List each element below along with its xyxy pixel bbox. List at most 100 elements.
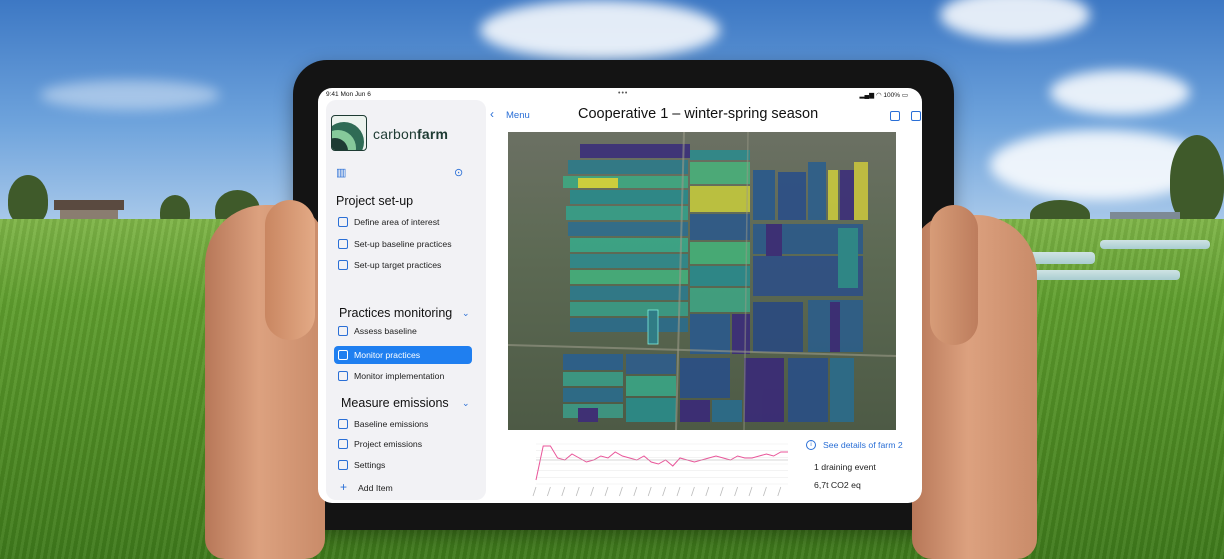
- parcel[interactable]: [563, 354, 623, 370]
- parcel[interactable]: [568, 222, 688, 236]
- sidebar-item-baseline-emissions[interactable]: Baseline emissions: [334, 415, 472, 433]
- checkbox-icon: [338, 239, 348, 249]
- parcel[interactable]: [570, 286, 688, 300]
- chart-x-tick: [763, 486, 767, 497]
- parcel[interactable]: [690, 186, 750, 212]
- parcel[interactable]: [690, 314, 730, 354]
- parcel[interactable]: [570, 318, 688, 332]
- section-title-practices-monitoring: Practices monitoring: [339, 306, 453, 320]
- section-title-measure-emissions: Measure emissions: [341, 396, 449, 410]
- parcel[interactable]: [690, 266, 750, 286]
- parcel[interactable]: [840, 170, 854, 220]
- checkbox-icon: [338, 217, 348, 227]
- parcel[interactable]: [778, 172, 806, 220]
- parcel[interactable]: [626, 376, 676, 396]
- emissions-value-text: 6,7t CO2 eq: [814, 480, 861, 490]
- sidebar-item-settings[interactable]: Settings: [334, 456, 472, 474]
- chevron-left-icon: ‹: [490, 107, 494, 121]
- left-thumb: [265, 200, 315, 340]
- parcel-selected[interactable]: [647, 309, 659, 345]
- parcel[interactable]: [690, 288, 750, 312]
- multitask-dots[interactable]: •••: [618, 90, 628, 97]
- sidebar-toggle-icon[interactable]: ▥: [336, 166, 346, 179]
- chart-x-tick: [662, 486, 666, 497]
- cloud: [940, 0, 1090, 40]
- battery-level: ▂▄▆ ◠ 100% ▭: [859, 92, 908, 99]
- parcel[interactable]: [563, 388, 623, 402]
- paddy-water: [1030, 270, 1180, 280]
- parcel[interactable]: [788, 358, 828, 422]
- parcel[interactable]: [570, 270, 688, 284]
- parcel[interactable]: [753, 302, 803, 352]
- parcel[interactable]: [568, 160, 688, 174]
- parcel[interactable]: [854, 162, 868, 220]
- sidebar-item-assess-baseline[interactable]: Assess baseline: [334, 322, 472, 340]
- plus-icon: +: [340, 480, 348, 494]
- cloud: [40, 80, 220, 110]
- parcel[interactable]: [690, 162, 750, 184]
- parcel[interactable]: [570, 254, 688, 268]
- right-thumb: [930, 205, 978, 345]
- parcel[interactable]: [578, 178, 618, 188]
- emissions-line-chart[interactable]: [518, 440, 794, 498]
- parcel[interactable]: [570, 238, 688, 252]
- chart-x-tick: [532, 486, 537, 497]
- layers-icon[interactable]: [890, 111, 900, 121]
- parcel[interactable]: [808, 162, 826, 220]
- chart-x-tick: [619, 486, 623, 497]
- parcel[interactable]: [753, 170, 775, 220]
- parcel[interactable]: [578, 408, 598, 422]
- sidebar-item-monitor-practices[interactable]: Monitor practices: [334, 346, 472, 364]
- status-time: 9:41 Mon Jun 6: [326, 91, 371, 98]
- chart-x-tick: [734, 486, 738, 497]
- parcel[interactable]: [626, 398, 676, 422]
- chart-x-tick: [676, 486, 681, 497]
- parcel[interactable]: [828, 170, 838, 220]
- chart-x-tick: [719, 486, 724, 497]
- parcel[interactable]: [830, 302, 840, 352]
- sidebar: carbonfarm ▥ ⊙ Project set-up Define are…: [326, 100, 486, 500]
- parcel[interactable]: [580, 144, 690, 158]
- cloud: [1050, 70, 1190, 115]
- parcel[interactable]: [838, 228, 858, 288]
- parcel[interactable]: [744, 358, 784, 422]
- sidebar-item-define-area[interactable]: Define area of interest: [334, 213, 472, 231]
- chart-x-tick: [561, 486, 566, 497]
- sidebar-item-baseline-practices[interactable]: Set-up baseline practices: [334, 235, 472, 253]
- parcel[interactable]: [732, 314, 750, 354]
- chevron-down-icon[interactable]: ⌄: [462, 308, 470, 319]
- chevron-down-icon[interactable]: ⌄: [462, 398, 470, 409]
- tree: [8, 175, 48, 225]
- satellite-map[interactable]: [508, 132, 896, 430]
- parcel[interactable]: [680, 358, 730, 398]
- checkbox-icon: [338, 350, 348, 360]
- chart-x-tick: [547, 486, 551, 497]
- info-icon: i: [806, 440, 816, 450]
- parcel[interactable]: [712, 400, 742, 422]
- sidebar-item-project-emissions[interactable]: Project emissions: [334, 435, 472, 453]
- chart-x-tick: [604, 486, 609, 497]
- tablet-screen: 9:41 Mon Jun 6 ••• ▂▄▆ ◠ 100% ▭ carbonfa…: [318, 88, 922, 503]
- field-parcels-overlay: [508, 132, 896, 430]
- chart-x-tick: [575, 486, 580, 497]
- more-options-icon[interactable]: ⊙: [454, 166, 463, 179]
- parcel[interactable]: [690, 214, 750, 240]
- checkbox-icon: [338, 326, 348, 336]
- parcel[interactable]: [563, 372, 623, 386]
- page-title: Cooperative 1 – winter-spring season: [578, 106, 819, 122]
- parcel[interactable]: [830, 358, 854, 422]
- sidebar-item-monitor-implementation[interactable]: Monitor implementation: [334, 367, 472, 385]
- sidebar-item-target-practices[interactable]: Set-up target practices: [334, 256, 472, 274]
- checkbox-icon: [338, 260, 348, 270]
- parcel[interactable]: [626, 354, 676, 374]
- parcel[interactable]: [690, 150, 750, 160]
- paddy-water: [1100, 240, 1210, 249]
- chart-x-tick: [590, 486, 594, 497]
- parcel[interactable]: [566, 206, 688, 220]
- fullscreen-icon[interactable]: [911, 111, 921, 121]
- parcel[interactable]: [690, 242, 750, 264]
- parcel[interactable]: [680, 400, 710, 422]
- parcel[interactable]: [570, 302, 688, 316]
- parcel[interactable]: [570, 190, 688, 204]
- chart-series-line-0: [535, 445, 788, 481]
